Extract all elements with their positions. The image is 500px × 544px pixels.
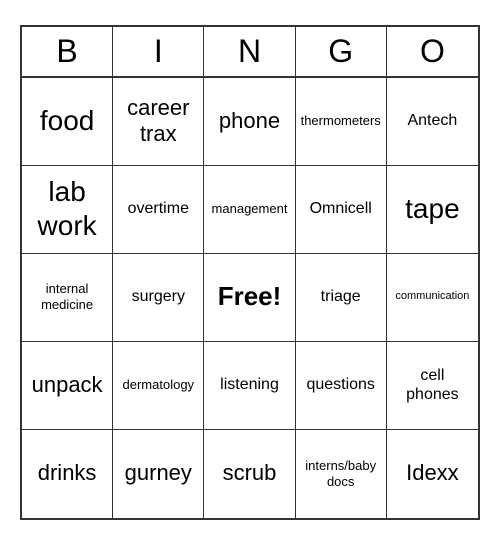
cell-text: surgery <box>132 287 185 306</box>
bingo-cell: internalmedicine <box>22 254 113 342</box>
bingo-cell: cellphones <box>387 342 478 430</box>
cell-text: gurney <box>125 460 192 486</box>
bingo-cell: careertrax <box>113 78 204 166</box>
bingo-cell: drinks <box>22 430 113 518</box>
bingo-cell: Antech <box>387 78 478 166</box>
bingo-cell: gurney <box>113 430 204 518</box>
bingo-cell: food <box>22 78 113 166</box>
bingo-cell: communication <box>387 254 478 342</box>
cell-text: listening <box>220 375 279 394</box>
header-letter: N <box>204 27 295 76</box>
bingo-cell: scrub <box>204 430 295 518</box>
bingo-cell: tape <box>387 166 478 254</box>
cell-text: overtime <box>128 199 189 218</box>
bingo-cell: management <box>204 166 295 254</box>
cell-text: unpack <box>32 372 103 398</box>
cell-text: Antech <box>407 111 457 130</box>
bingo-cell: Idexx <box>387 430 478 518</box>
bingo-cell: dermatology <box>113 342 204 430</box>
cell-text: thermometers <box>301 113 381 129</box>
cell-text: questions <box>306 375 375 394</box>
cell-text: drinks <box>38 460 97 486</box>
bingo-cell: labwork <box>22 166 113 254</box>
cell-text: dermatology <box>123 377 195 393</box>
header-letter: B <box>22 27 113 76</box>
cell-text: tape <box>405 192 460 226</box>
cell-text: careertrax <box>127 95 189 148</box>
bingo-cell: overtime <box>113 166 204 254</box>
header-letter: O <box>387 27 478 76</box>
bingo-cell: Free! <box>204 254 295 342</box>
bingo-cell: Omnicell <box>296 166 387 254</box>
cell-text: Idexx <box>406 460 459 486</box>
cell-text: Free! <box>218 281 282 312</box>
bingo-card: BINGO food careertrax phone thermometers Ant… <box>20 25 480 520</box>
bingo-cell: unpack <box>22 342 113 430</box>
cell-text: management <box>212 201 288 217</box>
cell-text: interns/babydocs <box>305 458 376 489</box>
header-letter: I <box>113 27 204 76</box>
cell-text: labwork <box>38 175 97 242</box>
cell-text: cellphones <box>406 366 459 404</box>
bingo-cell: listening <box>204 342 295 430</box>
cell-text: triage <box>321 287 361 306</box>
header-letter: G <box>296 27 387 76</box>
cell-text: phone <box>219 108 280 134</box>
cell-text: internalmedicine <box>41 281 93 312</box>
cell-text: scrub <box>223 460 277 486</box>
bingo-cell: thermometers <box>296 78 387 166</box>
bingo-cell: interns/babydocs <box>296 430 387 518</box>
bingo-header: BINGO <box>22 27 478 78</box>
cell-text: communication <box>395 290 469 303</box>
bingo-grid: food careertrax phone thermometers Antech lab… <box>22 78 478 518</box>
bingo-cell: triage <box>296 254 387 342</box>
cell-text: food <box>40 104 95 138</box>
bingo-cell: phone <box>204 78 295 166</box>
bingo-cell: questions <box>296 342 387 430</box>
bingo-cell: surgery <box>113 254 204 342</box>
cell-text: Omnicell <box>310 199 372 218</box>
